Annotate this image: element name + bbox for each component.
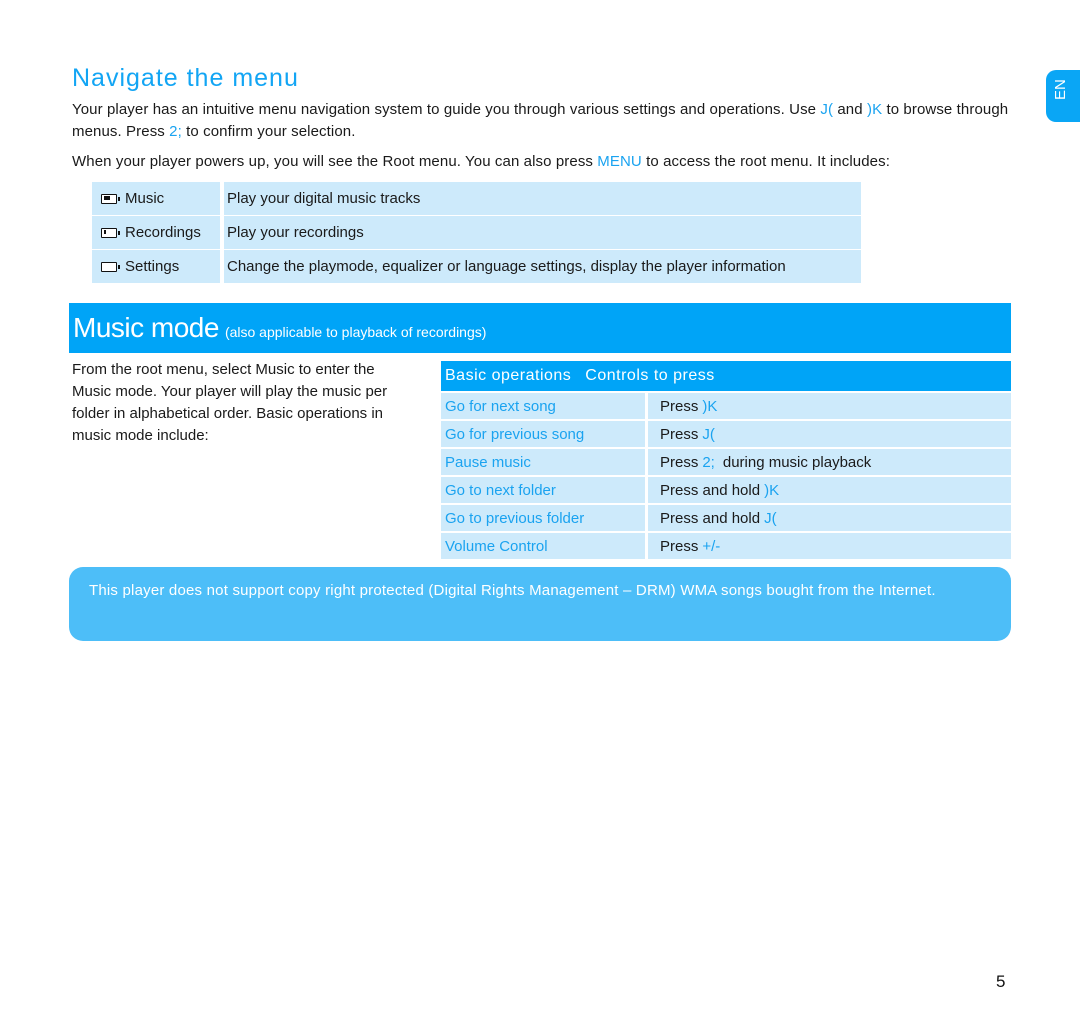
operation-label: Go to next folder	[441, 477, 645, 503]
operation-control: Press J(	[648, 421, 1011, 447]
operations-row: Pause music Press 2; during music playback	[441, 449, 1011, 475]
operation-control: Press +/-	[648, 533, 1011, 559]
next-key: )K	[866, 101, 883, 118]
operation-control: Press 2; during music playback	[648, 449, 1011, 475]
control-key: )K	[764, 481, 780, 499]
operation-label: Go to previous folder	[441, 505, 645, 531]
operations-row: Go to previous folder Press and hold J(	[441, 505, 1011, 531]
prev-key: J(	[820, 101, 834, 118]
music-mode-intro: From the root menu, select Music to ente…	[72, 361, 388, 444]
operation-control: Press)K	[648, 393, 1011, 419]
language-tab[interactable]: EN	[1046, 70, 1080, 122]
operation-control: Press and hold)K	[648, 477, 1011, 503]
drm-notice: This player does not support copy right …	[69, 567, 1011, 641]
operations-row: Go to next folder Press and hold)K	[441, 477, 1011, 503]
root-menu-row: Recordings Play your recordings	[92, 216, 861, 249]
control-key: )K	[702, 397, 718, 415]
operations-header: Basic operations Controls to press	[441, 361, 1011, 391]
operations-row: Go for previous song Press J(	[441, 421, 1011, 447]
music-mode-subtitle: (also applicable to playback of recordin…	[224, 324, 487, 340]
root-menu-table: Music Play your digital music tracks Rec…	[92, 182, 861, 284]
operation-label: Pause music	[441, 449, 645, 475]
operation-control: Press and hold J(	[648, 505, 1011, 531]
control-key: J(	[764, 509, 777, 527]
operation-label: Go for previous song	[441, 421, 645, 447]
play-key: 2;	[169, 123, 182, 140]
music-mode-banner: Music mode (also applicable to playback …	[69, 303, 1011, 353]
root-menu-row: Music Play your digital music tracks	[92, 182, 861, 215]
control-key: +/-	[702, 537, 721, 555]
root-menu-paragraph: When your player powers up, you will see…	[72, 153, 890, 170]
navigate-paragraph: Your player has an intuitive menu naviga…	[72, 101, 1009, 140]
control-key: J(	[702, 425, 715, 443]
operations-row: Volume Control Press +/-	[441, 533, 1011, 559]
menu-key: MENU	[597, 153, 642, 170]
battery-empty-icon	[101, 261, 120, 272]
battery-low-icon	[101, 227, 120, 238]
operation-label: Go for next song	[441, 393, 645, 419]
operation-label: Volume Control	[441, 533, 645, 559]
page-number: 5	[996, 972, 1006, 991]
root-menu-row: Settings Change the playmode, equalizer …	[92, 250, 861, 283]
section-title-navigate: Navigate the menu	[72, 64, 299, 92]
battery-full-icon	[101, 193, 120, 204]
operations-table: Basic operations Controls to press Go fo…	[441, 361, 1011, 561]
control-key: 2;	[702, 453, 715, 471]
music-mode-title: Music mode	[73, 312, 219, 343]
operations-row: Go for next song Press)K	[441, 393, 1011, 419]
